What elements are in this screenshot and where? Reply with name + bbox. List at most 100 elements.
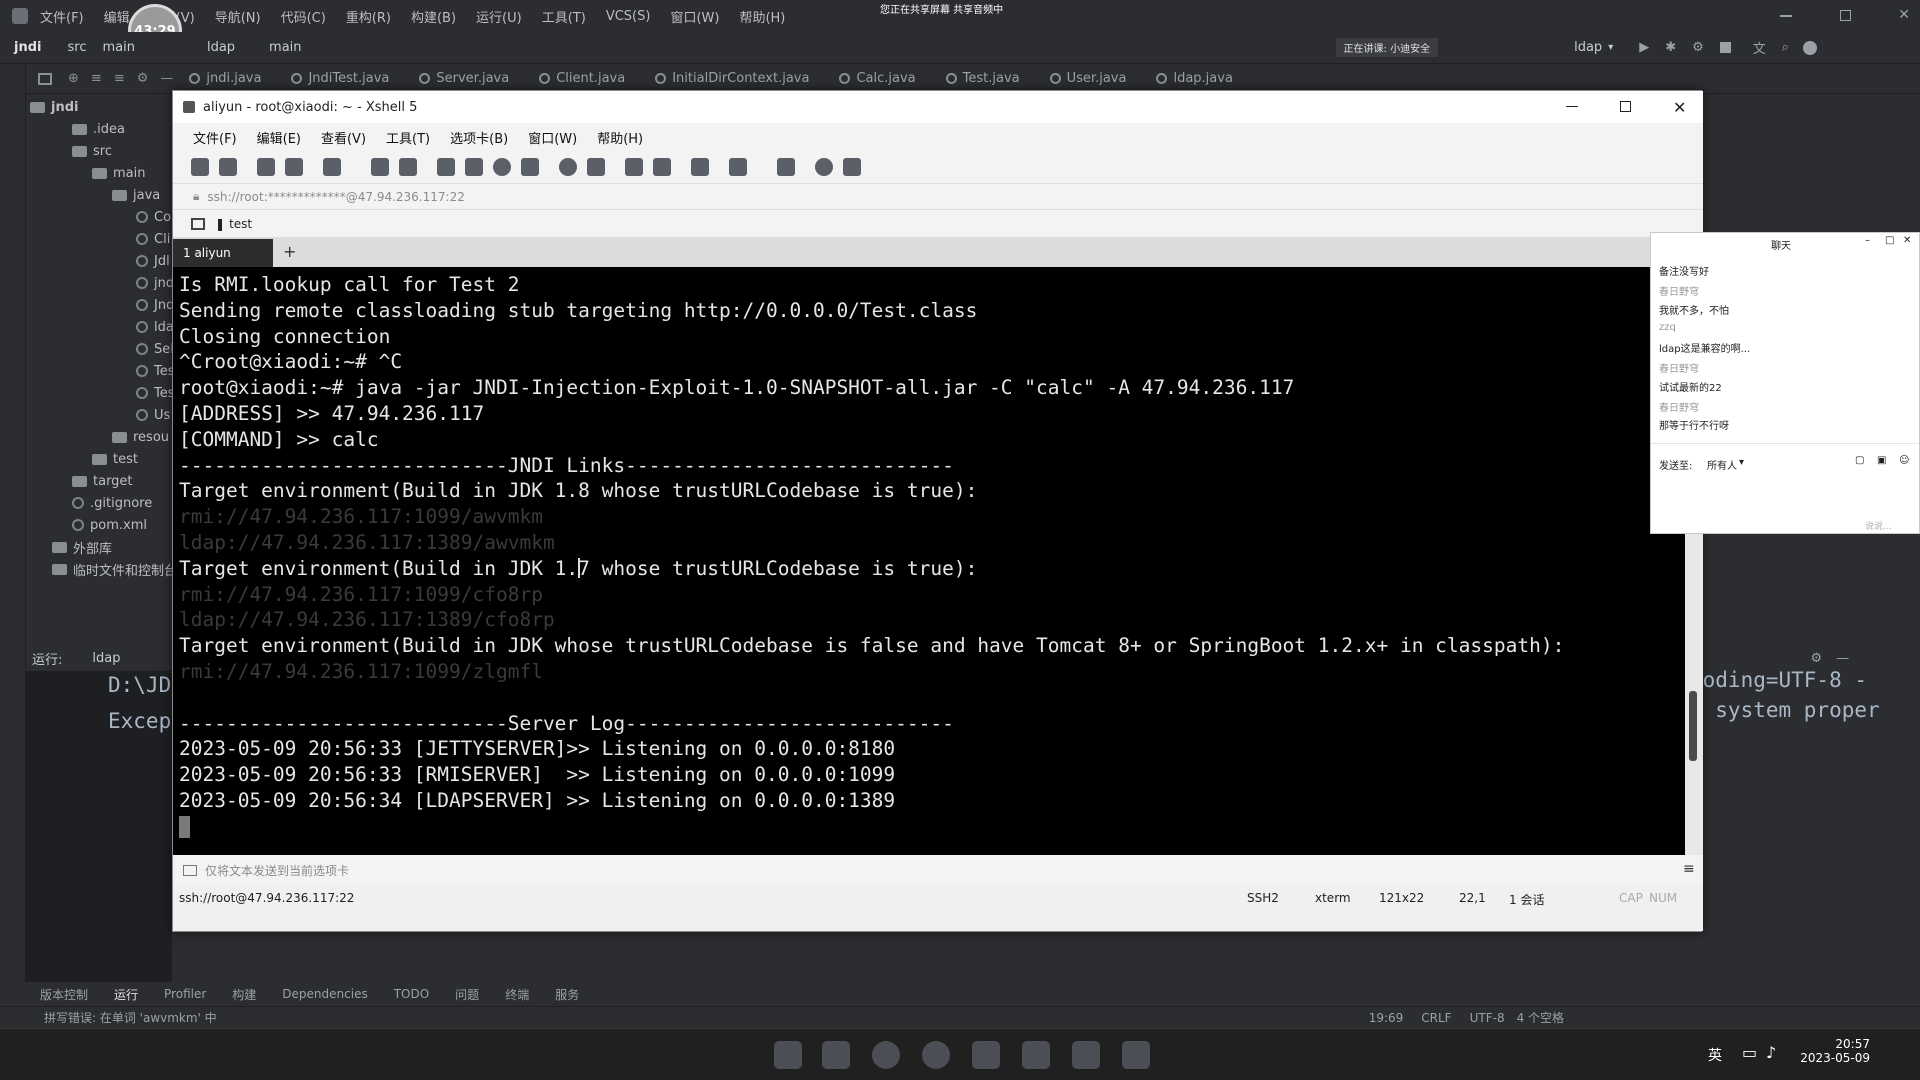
tab-server[interactable]: Server.java (419, 71, 509, 86)
font-icon[interactable] (521, 158, 539, 176)
minimize-icon[interactable] (1566, 106, 1578, 107)
recipient-select[interactable]: 所有人 (1707, 457, 1737, 472)
copy-icon[interactable] (371, 158, 389, 176)
tree-item[interactable]: Cli (136, 228, 170, 250)
tree-item[interactable]: target (72, 470, 133, 492)
tree-item[interactable]: Jnd (136, 294, 174, 316)
tool-vcs[interactable]: 版本控制 (40, 986, 88, 1003)
find-icon[interactable] (399, 158, 417, 176)
xshell-address-bar[interactable]: 🔒︎ ssh://root:*************@47.94.236.11… (173, 183, 1703, 209)
expand-all-icon[interactable]: ≡ (91, 71, 102, 86)
open-folder-icon[interactable] (219, 158, 237, 176)
maximize-icon[interactable]: □ (1885, 235, 1894, 246)
menu-navigate[interactable]: 导航(N) (215, 7, 261, 26)
tree-item[interactable]: Co (136, 206, 171, 228)
tool-profiler[interactable]: Profiler (164, 987, 206, 1001)
keyboard-icon[interactable] (691, 158, 709, 176)
tree-item[interactable]: Tes (136, 360, 175, 382)
layout-icon[interactable] (777, 158, 795, 176)
close-icon[interactable]: ✕ (1673, 98, 1686, 117)
run-icon[interactable]: ▶ (1639, 40, 1649, 55)
edge-icon[interactable] (872, 1041, 900, 1069)
menu-tools[interactable]: 工具(T) (542, 7, 586, 26)
chat-icon[interactable] (843, 158, 861, 176)
menu-run[interactable]: 运行(U) (476, 7, 522, 26)
breadcrumb-method[interactable]: main (269, 40, 301, 55)
search-icon[interactable]: ⌕ (1782, 40, 1789, 55)
menu-build[interactable]: 构建(B) (411, 7, 456, 26)
new-session-icon[interactable] (191, 158, 209, 176)
tree-item[interactable]: Us (136, 404, 170, 426)
close-icon[interactable]: ✕ (1903, 235, 1911, 246)
menu-refactor[interactable]: 重构(R) (346, 7, 391, 26)
tab-test[interactable]: Test.java (945, 71, 1020, 86)
disconnect-icon[interactable] (285, 158, 303, 176)
globe-icon[interactable] (493, 158, 511, 176)
menu-view[interactable]: 查看(V) (321, 128, 366, 147)
network-icon[interactable]: ▭ (1742, 1043, 1757, 1062)
chrome-icon[interactable] (922, 1041, 950, 1069)
menu-window[interactable]: 窗口(W) (528, 128, 577, 147)
tree-item[interactable]: test (92, 448, 138, 470)
intellij-icon[interactable] (1122, 1041, 1150, 1069)
tool-dependencies[interactable]: Dependencies (282, 987, 367, 1001)
link-test[interactable]: test (229, 217, 252, 231)
gear-icon[interactable]: ⚙ (137, 71, 149, 86)
lock-icon[interactable] (653, 158, 671, 176)
maximize-icon[interactable] (1839, 10, 1851, 21)
stop-icon[interactable] (1719, 42, 1731, 53)
tab-user[interactable]: User.java (1049, 71, 1126, 86)
links-icon[interactable] (191, 217, 205, 230)
breadcrumb-ldap[interactable]: ldap (207, 40, 235, 55)
tab-ldap[interactable]: ldap.java (1156, 71, 1233, 86)
tree-item[interactable]: 临时文件和控制台 (52, 558, 177, 580)
transfer-icon[interactable] (465, 158, 483, 176)
tab-initialdircontext[interactable]: InitialDirContext.java (655, 71, 809, 86)
tree-root[interactable]: jndi (30, 96, 78, 118)
script-icon[interactable] (559, 158, 577, 176)
properties-icon[interactable] (323, 158, 341, 176)
tree-item[interactable]: .gitignore (72, 492, 152, 514)
xshell-titlebar[interactable]: aliyun - root@xiaodi: ~ - Xshell 5 ✕ (173, 91, 1703, 123)
hide-icon[interactable]: — (1836, 651, 1849, 666)
tool-services[interactable]: 服务 (555, 986, 579, 1003)
tree-item[interactable]: .idea (72, 118, 125, 140)
run-config-selector[interactable]: ldap (1574, 40, 1602, 55)
xshell-icon[interactable] (972, 1041, 1000, 1069)
reconnect-icon[interactable] (257, 158, 275, 176)
hide-icon[interactable]: — (160, 71, 173, 86)
locate-icon[interactable]: ⊕ (68, 71, 79, 86)
volume-icon[interactable]: ♪ (1766, 1043, 1776, 1062)
tool-problems[interactable]: 问题 (455, 986, 479, 1003)
close-icon[interactable]: ✕ (1898, 8, 1910, 24)
minimize-icon[interactable] (1780, 15, 1792, 17)
tool-run[interactable]: 运行 (114, 986, 138, 1003)
file-icon[interactable]: ▢ (1855, 455, 1864, 466)
menu-icon[interactable]: ≡ (1683, 861, 1695, 877)
menu-code[interactable]: 代码(C) (281, 7, 326, 26)
tool-todo[interactable]: TODO (394, 987, 429, 1001)
menu-tabs[interactable]: 选项卡(B) (450, 128, 508, 147)
maximize-icon[interactable] (1620, 101, 1631, 112)
gear-icon[interactable]: ⚙ (1810, 651, 1822, 666)
menu-help[interactable]: 帮助(H) (739, 7, 785, 26)
fullscreen-icon[interactable] (625, 158, 643, 176)
menu-tools[interactable]: 工具(T) (386, 128, 430, 147)
menu-window[interactable]: 窗口(W) (670, 7, 719, 26)
terminal-scroll-thumb[interactable] (1689, 691, 1697, 761)
tree-item[interactable]: pom.xml (72, 514, 147, 536)
app-icon[interactable] (1022, 1041, 1050, 1069)
session-tab-aliyun[interactable]: 1 aliyun (173, 239, 273, 267)
tree-item[interactable]: resou (112, 426, 169, 448)
tree-item[interactable]: src (72, 140, 112, 162)
minimize-icon[interactable]: – (1865, 235, 1870, 246)
breadcrumb-project[interactable]: jndi (14, 40, 41, 55)
compose-bar[interactable]: 仅将文本发送到当前选项卡 ≡ (173, 855, 1703, 885)
tree-item[interactable]: Sel (136, 338, 174, 360)
breadcrumb-main[interactable]: main (102, 40, 134, 55)
tool-terminal[interactable]: 终端 (505, 986, 529, 1003)
project-view-icon[interactable] (38, 72, 52, 85)
chevron-down-icon[interactable]: ▾ (1608, 42, 1613, 53)
add-icon[interactable] (729, 158, 747, 176)
menu-vcs[interactable]: VCS(S) (606, 9, 651, 24)
